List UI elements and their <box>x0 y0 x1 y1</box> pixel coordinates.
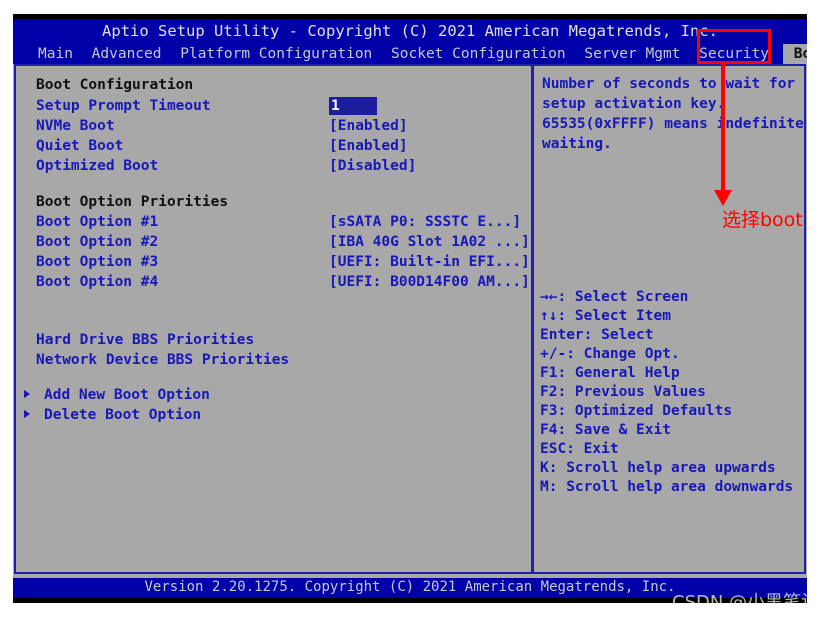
label-boot-option-4: Boot Option #4 <box>36 274 159 290</box>
label-quiet-boot: Quiet Boot <box>36 138 124 154</box>
key-legend-optimized-defaults: F3: Optimized Defaults <box>540 403 733 419</box>
submenu-arrow-icon <box>24 390 30 398</box>
row-boot-option-2[interactable]: Boot Option #2 [IBA 40G Slot 1A02 ...] <box>16 234 531 251</box>
key-legend-enter-select: Enter: Select <box>540 327 654 343</box>
value-quiet-boot[interactable]: [Enabled] <box>329 138 408 154</box>
menu-bar: Main Advanced Platform Configuration Soc… <box>13 44 807 64</box>
key-legend-select-screen: →←: Select Screen <box>540 289 689 305</box>
help-text-line: Number of seconds to wait for <box>542 76 796 92</box>
label-boot-option-3: Boot Option #3 <box>36 254 159 270</box>
page-title: Aptio Setup Utility - Copyright (C) 2021… <box>102 22 718 40</box>
label-add-new-boot-option: Add New Boot Option <box>44 387 210 403</box>
row-setup-prompt-timeout[interactable]: Setup Prompt Timeout 1 <box>16 97 531 115</box>
label-delete-boot-option: Delete Boot Option <box>44 407 202 423</box>
value-nvme-boot[interactable]: [Enabled] <box>329 118 408 134</box>
label-nvme-boot: NVMe Boot <box>36 118 115 134</box>
key-legend-esc-exit: ESC: Exit <box>540 441 619 457</box>
row-boot-option-4[interactable]: Boot Option #4 [UEFI: B00D14F00 AM...] <box>16 274 531 291</box>
value-boot-option-2[interactable]: [IBA 40G Slot 1A02 ...] <box>329 234 530 250</box>
help-text-line: 65535(0xFFFF) means indefinite <box>542 116 804 132</box>
tab-socket-configuration[interactable]: Socket Configuration <box>386 44 571 64</box>
label-network-device-bbs-priorities: Network Device BBS Priorities <box>36 352 290 368</box>
row-nvme-boot[interactable]: NVMe Boot [Enabled] <box>16 118 531 135</box>
row-optimized-boot[interactable]: Optimized Boot [Disabled] <box>16 158 531 175</box>
row-boot-option-1[interactable]: Boot Option #1 [sSATA P0: SSSTC E...] <box>16 214 531 231</box>
key-legend-change-opt: +/-: Change Opt. <box>540 346 680 362</box>
label-optimized-boot: Optimized Boot <box>36 158 159 174</box>
row-boot-option-3[interactable]: Boot Option #3 [UEFI: Built-in EFI...] <box>16 254 531 271</box>
tab-security[interactable]: Security <box>694 44 774 64</box>
tab-advanced[interactable]: Advanced <box>87 44 167 64</box>
tab-boot[interactable]: Boot <box>782 44 807 64</box>
section-title-boot-configuration: Boot Configuration <box>36 77 194 93</box>
help-panel: Number of seconds to wait for setup acti… <box>532 64 806 574</box>
value-boot-option-3[interactable]: [UEFI: Built-in EFI...] <box>329 254 530 270</box>
tab-main[interactable]: Main <box>33 44 78 64</box>
section-title-boot-option-priorities: Boot Option Priorities <box>36 194 229 210</box>
tab-platform-configuration[interactable]: Platform Configuration <box>175 44 377 64</box>
key-legend-select-item: ↑↓: Select Item <box>540 308 671 324</box>
annotation-label: 选择boot <box>722 209 803 231</box>
key-legend-previous-values: F2: Previous Values <box>540 384 706 400</box>
row-network-device-bbs-priorities[interactable]: Network Device BBS Priorities <box>16 352 531 369</box>
csdn-watermark: CSDN @小黑笔记 <box>672 592 820 613</box>
title-bar: Aptio Setup Utility - Copyright (C) 2021… <box>13 19 807 64</box>
settings-panel: Boot Configuration Setup Prompt Timeout … <box>14 64 533 574</box>
value-setup-prompt-timeout[interactable]: 1 <box>329 97 377 115</box>
key-legend-scroll-down: M: Scroll help area downwards <box>540 479 794 495</box>
submenu-arrow-icon <box>24 410 30 418</box>
content-area: Boot Configuration Setup Prompt Timeout … <box>13 64 807 598</box>
help-text-line: waiting. <box>542 136 612 152</box>
key-legend-scroll-up: K: Scroll help area upwards <box>540 460 776 476</box>
annotation-arrow-head-icon <box>714 190 732 206</box>
label-setup-prompt-timeout: Setup Prompt Timeout <box>36 98 211 114</box>
tab-server-mgmt[interactable]: Server Mgmt <box>579 44 685 64</box>
row-delete-boot-option[interactable]: Delete Boot Option <box>16 407 531 424</box>
label-boot-option-2: Boot Option #2 <box>36 234 159 250</box>
value-boot-option-4[interactable]: [UEFI: B00D14F00 AM...] <box>329 274 530 290</box>
label-hard-drive-bbs-priorities: Hard Drive BBS Priorities <box>36 332 255 348</box>
row-hard-drive-bbs-priorities[interactable]: Hard Drive BBS Priorities <box>16 332 531 349</box>
label-boot-option-1: Boot Option #1 <box>36 214 159 230</box>
row-quiet-boot[interactable]: Quiet Boot [Enabled] <box>16 138 531 155</box>
key-legend-general-help: F1: General Help <box>540 365 680 381</box>
help-text-line: setup activation key. <box>542 96 726 112</box>
bios-window: Aptio Setup Utility - Copyright (C) 2021… <box>13 14 807 603</box>
row-add-new-boot-option[interactable]: Add New Boot Option <box>16 387 531 404</box>
value-boot-option-1[interactable]: [sSATA P0: SSSTC E...] <box>329 214 521 230</box>
annotation-arrow-line <box>721 64 725 192</box>
value-optimized-boot[interactable]: [Disabled] <box>329 158 416 174</box>
key-legend-save-exit: F4: Save & Exit <box>540 422 671 438</box>
